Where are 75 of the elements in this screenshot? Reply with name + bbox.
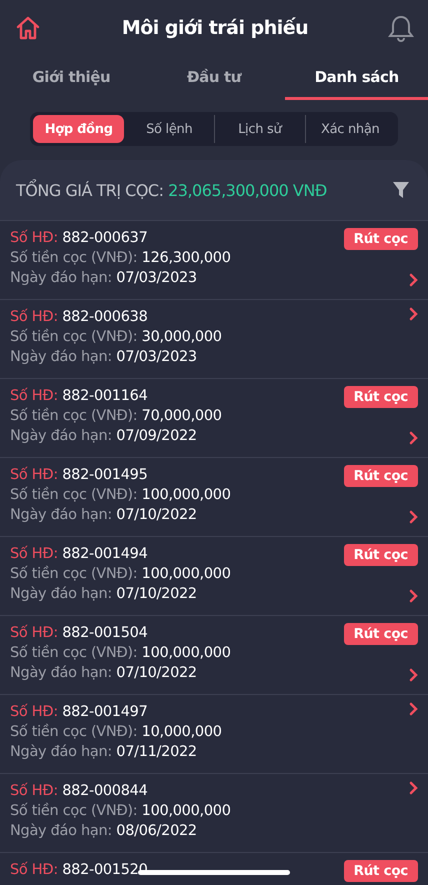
deposit-amount: 10,000,000 xyxy=(142,724,222,740)
deposit-amount: 100,000,000 xyxy=(142,803,231,819)
contract-number: 882-001497 xyxy=(62,704,148,720)
maturity-date-label: Ngày đáo hạn: xyxy=(10,270,112,286)
withdraw-button[interactable]: Rút cọc xyxy=(344,465,418,487)
deposit-amount-label: Số tiền cọc (VNĐ): xyxy=(10,408,138,424)
maturity-date: 07/10/2022 xyxy=(116,586,197,602)
maturity-date-label: Ngày đáo hạn: xyxy=(10,428,112,444)
chevron-right-icon[interactable] xyxy=(409,702,418,716)
chevron-right-icon[interactable] xyxy=(409,510,418,524)
withdraw-button[interactable]: Rút cọc xyxy=(344,544,418,566)
segment-tab[interactable]: Số lệnh xyxy=(124,115,214,143)
chevron-right-icon[interactable] xyxy=(409,307,418,321)
deposit-amount: 100,000,000 xyxy=(142,566,231,582)
withdraw-button[interactable]: Rút cọc xyxy=(344,386,418,408)
contract-number-label: Số HĐ: xyxy=(10,783,58,799)
contract-number-label: Số HĐ: xyxy=(10,388,58,404)
bell-icon[interactable] xyxy=(388,14,414,42)
maturity-date: 07/09/2022 xyxy=(116,428,197,444)
contract-number: 882-000844 xyxy=(62,783,148,799)
maturity-date: 07/11/2022 xyxy=(116,744,197,760)
chevron-right-icon[interactable] xyxy=(409,273,418,287)
page-title: Môi giới trái phiếu xyxy=(122,17,308,39)
maturity-date-label: Ngày đáo hạn: xyxy=(10,349,112,365)
deposit-amount: 126,300,000 xyxy=(142,250,231,266)
chevron-right-icon[interactable] xyxy=(409,668,418,682)
maturity-date: 08/06/2022 xyxy=(116,823,197,839)
segment-tab[interactable]: Lịch sử xyxy=(214,115,304,143)
chevron-right-icon[interactable] xyxy=(409,431,418,445)
maturity-date-label: Ngày đáo hạn: xyxy=(10,823,112,839)
chevron-right-icon[interactable] xyxy=(409,589,418,603)
deposit-amount-label: Số tiền cọc (VNĐ): xyxy=(10,724,138,740)
deposit-amount-label: Số tiền cọc (VNĐ): xyxy=(10,803,138,819)
contract-number-label: Số HĐ: xyxy=(10,467,58,483)
deposit-amount-label: Số tiền cọc (VNĐ): xyxy=(10,566,138,582)
deposit-amount: 100,000,000 xyxy=(142,487,231,503)
maturity-date: 07/03/2023 xyxy=(116,349,197,365)
home-icon[interactable] xyxy=(14,14,42,42)
withdraw-button[interactable]: Rút cọc xyxy=(344,228,418,250)
deposit-amount-label: Số tiền cọc (VNĐ): xyxy=(10,250,138,266)
contract-number: 882-000637 xyxy=(62,230,148,246)
maturity-date-label: Ngày đáo hạn: xyxy=(10,744,112,760)
maturity-date-label: Ngày đáo hạn: xyxy=(10,586,112,602)
contract-number-label: Số HĐ: xyxy=(10,625,58,641)
contract-number: 882-001494 xyxy=(62,546,148,562)
contract-number-label: Số HĐ: xyxy=(10,309,58,325)
maturity-date: 07/03/2023 xyxy=(116,270,197,286)
tab[interactable]: Giới thiệu xyxy=(0,56,143,100)
filter-icon[interactable] xyxy=(392,181,410,199)
contract-number: 882-001495 xyxy=(62,467,148,483)
contract-number-label: Số HĐ: xyxy=(10,546,58,562)
deposit-amount-label: Số tiền cọc (VNĐ): xyxy=(10,329,138,345)
total-deposit-text: TỔNG GIÁ TRỊ CỌC: 23,065,300,000 VNĐ xyxy=(16,180,327,200)
withdraw-button[interactable]: Rút cọc xyxy=(344,860,418,882)
maturity-date: 07/10/2022 xyxy=(116,665,197,681)
deposit-amount-label: Số tiền cọc (VNĐ): xyxy=(10,487,138,503)
segment-tab[interactable]: Xác nhận xyxy=(304,115,395,143)
contract-number-label: Số HĐ: xyxy=(10,704,58,720)
tab[interactable]: Đầu tư xyxy=(142,56,286,100)
contract-number: 882-000638 xyxy=(62,309,148,325)
contract-number: 882-001504 xyxy=(62,625,148,641)
maturity-date-label: Ngày đáo hạn: xyxy=(10,665,112,681)
deposit-amount: 70,000,000 xyxy=(142,408,222,424)
contract-number-label: Số HĐ: xyxy=(10,230,58,246)
contract-number: 882-001164 xyxy=(62,388,148,404)
maturity-date: 07/10/2022 xyxy=(116,507,197,523)
segment-tab[interactable]: Hợp đồng xyxy=(33,115,124,143)
chevron-right-icon[interactable] xyxy=(409,781,418,795)
deposit-amount-label: Số tiền cọc (VNĐ): xyxy=(10,645,138,661)
tab[interactable]: Danh sách xyxy=(285,56,428,100)
deposit-amount: 100,000,000 xyxy=(142,645,231,661)
withdraw-button[interactable]: Rút cọc xyxy=(344,623,418,645)
contract-number-label: Số HĐ: xyxy=(10,862,58,878)
deposit-amount: 30,000,000 xyxy=(142,329,222,345)
maturity-date-label: Ngày đáo hạn: xyxy=(10,507,112,523)
